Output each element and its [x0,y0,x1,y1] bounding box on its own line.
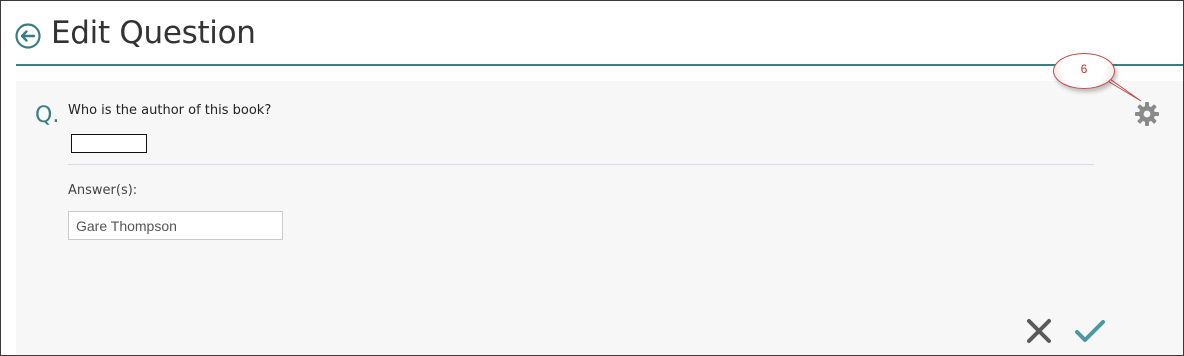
header-divider [16,64,1183,66]
question-panel: Q. Who is the author of this book? Answe… [16,81,1183,355]
page-header: Edit Question [15,15,256,51]
close-icon[interactable] [1025,317,1053,345]
page-title: Edit Question [51,15,256,51]
question-text[interactable]: Who is the author of this book? [68,103,271,118]
answer-blank-placeholder [71,134,147,153]
answers-label: Answer(s): [68,183,138,198]
annotation-number: 6 [1080,62,1088,76]
section-divider [68,164,1094,165]
checkmark-icon[interactable] [1073,317,1107,345]
edit-question-window: Edit Question Q. Who is the author of th… [0,0,1184,356]
back-icon[interactable] [15,23,41,49]
answer-input[interactable] [68,211,283,240]
question-prefix: Q. [35,103,60,128]
annotation-callout: 6 [1053,53,1115,89]
